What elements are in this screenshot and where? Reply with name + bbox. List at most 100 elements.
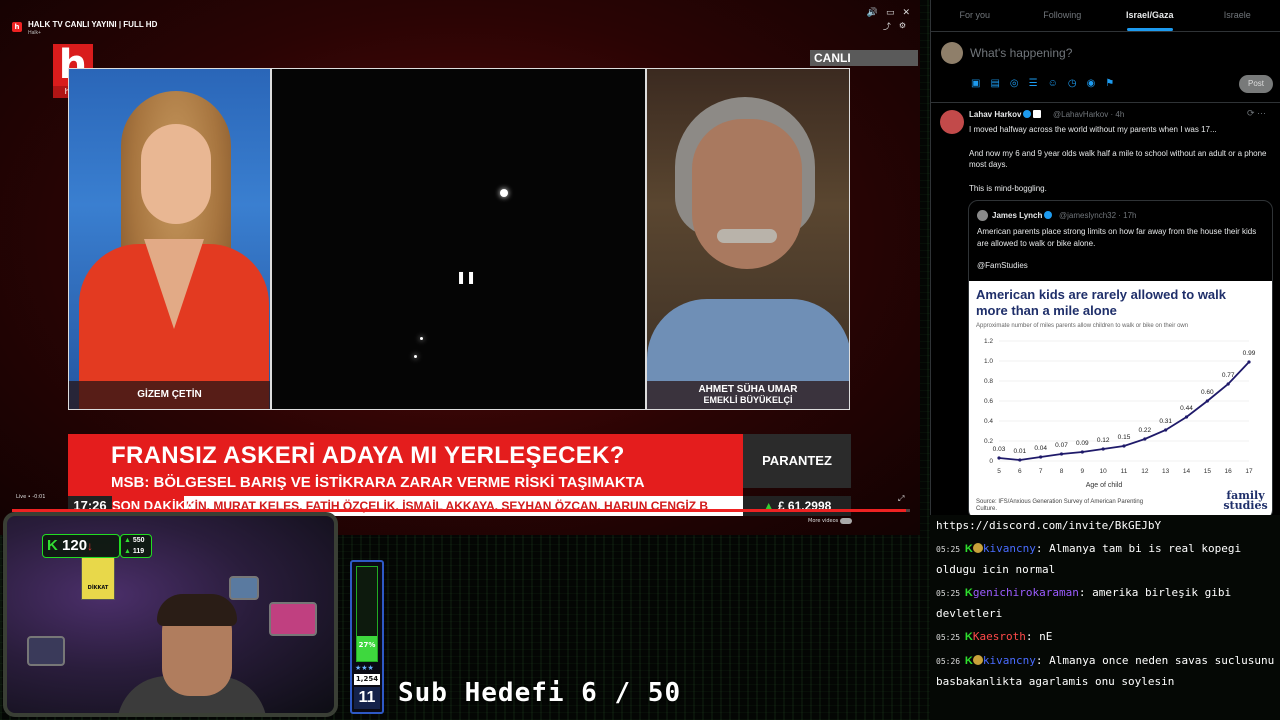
light-dot bbox=[500, 189, 508, 197]
y-tick-label: 0 bbox=[989, 458, 993, 465]
data-label: 0.09 bbox=[1076, 440, 1089, 447]
timeline-tabs: For you Following Israel/Gaza Israele bbox=[931, 0, 1280, 32]
x-logo-icon[interactable]: ✕ bbox=[902, 8, 910, 18]
emoji-icon[interactable]: ☺ bbox=[1048, 78, 1058, 89]
chat-panel: https://discord.com/invite/BkGEJbY 05:25… bbox=[936, 516, 1280, 720]
guest-title: EMEKLİ BÜYÜKELÇİ bbox=[703, 395, 793, 405]
video-title[interactable]: HALK TV CANLI YAYINI | FULL HD bbox=[28, 20, 157, 29]
data-point bbox=[1143, 437, 1147, 441]
settings-icon[interactable]: ⚙ bbox=[899, 21, 906, 32]
headline-text: FRANSIZ ASKERİ ADAYA MI YERLEŞECEK? bbox=[111, 442, 625, 469]
tweet-body: I moved halfway across the world without… bbox=[969, 125, 1267, 193]
guest-moustache bbox=[717, 229, 777, 243]
video-player[interactable]: h HALK TV CANLI YAYINI | FULL HD Halk+ 🔊… bbox=[0, 0, 920, 535]
chart-image[interactable]: American kids are rarely allowed to walk… bbox=[969, 281, 1272, 515]
stream-layout: h HALK TV CANLI YAYINI | FULL HD Halk+ 🔊… bbox=[0, 0, 1280, 720]
data-label: 0.12 bbox=[1097, 437, 1110, 444]
stat-icon: ▲ bbox=[124, 548, 131, 555]
location-icon[interactable]: ◉ bbox=[1087, 78, 1096, 89]
subheadline-text: MSB: BÖLGESEL BARIŞ VE İSTİKRARA ZARAR V… bbox=[111, 474, 645, 491]
post-button[interactable]: Post bbox=[1239, 75, 1273, 93]
compose-input[interactable]: What's happening? bbox=[970, 46, 1072, 60]
chat-username[interactable]: kivancny bbox=[983, 542, 1036, 555]
data-label: 0.77 bbox=[1222, 372, 1235, 379]
data-point bbox=[1226, 382, 1230, 386]
discord-invite[interactable]: https://discord.com/invite/BkGEJbY bbox=[936, 516, 1280, 536]
more-videos-label[interactable]: More videos bbox=[808, 518, 838, 524]
background-monitor bbox=[27, 636, 65, 666]
presenter-name-bar: GİZEM ÇETİN bbox=[69, 381, 270, 409]
subscriber-badge-icon bbox=[972, 655, 983, 665]
x-tick-label: 15 bbox=[1204, 468, 1212, 475]
avatar[interactable] bbox=[941, 42, 963, 64]
chat-timestamp: 05:25 bbox=[936, 545, 965, 554]
headline-banner: FRANSIZ ASKERİ ADAYA MI YERLEŞECEK? MSB:… bbox=[68, 434, 743, 496]
tab-israele[interactable]: Israele bbox=[1194, 0, 1280, 31]
avatar[interactable] bbox=[940, 110, 964, 134]
gif-icon[interactable]: ▤ bbox=[990, 78, 999, 89]
y-tick-label: 1.0 bbox=[984, 358, 993, 365]
chat-username[interactable]: kivancny bbox=[983, 654, 1036, 667]
quote-body: American parents place strong limits on … bbox=[977, 227, 1257, 270]
quote-author: James Lynch bbox=[992, 211, 1053, 220]
share-icon[interactable]: ⤴ bbox=[883, 21, 891, 32]
pause-icon[interactable]: ❚❚ bbox=[456, 270, 476, 284]
data-label: 0.04 bbox=[1034, 445, 1047, 452]
y-tick-label: 0.4 bbox=[984, 418, 993, 425]
chart-brand-logo: family studies bbox=[1223, 489, 1268, 512]
quoted-tweet[interactable]: James Lynch @jameslynch32 · 17h American… bbox=[968, 200, 1273, 515]
verified-icon bbox=[1044, 211, 1053, 219]
affiliate-badge-icon bbox=[1033, 110, 1042, 118]
chat-message: 05:26 Kkivancny: Almanya once neden sava… bbox=[936, 651, 1280, 692]
chat-username[interactable]: Kaesroth bbox=[973, 630, 1026, 643]
background-monitor bbox=[269, 602, 317, 636]
stat-b: 119 bbox=[132, 548, 145, 555]
grok-icon[interactable]: ◎ bbox=[1010, 78, 1019, 89]
y-tick-label: 0.6 bbox=[984, 398, 993, 405]
kick-badge-icon: K bbox=[964, 655, 973, 667]
image-icon[interactable]: ▣ bbox=[971, 78, 980, 89]
x-tick-label: 5 bbox=[997, 468, 1001, 475]
avatar bbox=[977, 210, 988, 221]
data-label: 0.60 bbox=[1201, 389, 1214, 396]
schedule-icon[interactable]: ◷ bbox=[1068, 78, 1077, 89]
x-tick-label: 12 bbox=[1141, 468, 1149, 475]
tweet-author[interactable]: Lahav Harkov bbox=[969, 110, 1042, 119]
night-footage-panel bbox=[271, 68, 646, 410]
tweet-handle[interactable]: @LahavHarkov · 4h bbox=[1053, 110, 1124, 119]
more-videos-toggle[interactable] bbox=[840, 518, 852, 524]
kick-badge-icon: K bbox=[964, 631, 973, 643]
live-time: Live • -0:01 bbox=[16, 494, 46, 500]
guest-name-bar: AHMET SÜHA UMAR EMEKLİ BÜYÜKELÇİ bbox=[647, 381, 849, 409]
stat-icon: ▲ bbox=[124, 537, 131, 544]
volume-icon[interactable]: 🔊 bbox=[867, 8, 878, 18]
data-point bbox=[1101, 447, 1105, 451]
chat-timestamp: 05:26 bbox=[936, 657, 965, 666]
stat-a: 550 bbox=[132, 537, 145, 544]
tab-for-you[interactable]: For you bbox=[931, 0, 1019, 31]
chart-source: Source: IFS/Anxious Generation Survey of… bbox=[976, 499, 1144, 512]
data-point bbox=[1122, 444, 1126, 448]
data-point bbox=[1059, 452, 1064, 456]
more-icon[interactable]: ⟳ ··· bbox=[1247, 108, 1266, 119]
chat-message: 05:25 KKaesroth: nE bbox=[936, 627, 1280, 648]
tab-israel-gaza[interactable]: Israel/Gaza bbox=[1106, 0, 1194, 31]
cc-icon[interactable]: ▭ bbox=[886, 8, 895, 18]
data-point bbox=[1164, 428, 1168, 432]
twitter-panel: For you Following Israel/Gaza Israele Wh… bbox=[930, 0, 1280, 515]
chat-username[interactable]: genichirokaraman bbox=[973, 586, 1079, 599]
tab-following[interactable]: Following bbox=[1019, 0, 1107, 31]
data-label: 0.15 bbox=[1118, 434, 1131, 441]
data-point bbox=[1018, 458, 1022, 462]
presenter-name: GİZEM ÇETİN bbox=[137, 389, 202, 400]
data-point bbox=[1205, 399, 1209, 403]
follower-badge: K 120↓ bbox=[42, 534, 120, 558]
flag-icon[interactable]: ⚑ bbox=[1105, 78, 1114, 89]
light-dot bbox=[420, 337, 423, 340]
streamer-hair bbox=[157, 594, 237, 626]
player-top-controls-2: ⤴ ⚙ bbox=[883, 21, 906, 32]
chat-text: : nE bbox=[1025, 630, 1053, 643]
poll-icon[interactable]: ☰ bbox=[1029, 78, 1038, 89]
fullscreen-icon[interactable]: ⤢ bbox=[898, 494, 904, 504]
x-tick-label: 10 bbox=[1100, 468, 1108, 475]
